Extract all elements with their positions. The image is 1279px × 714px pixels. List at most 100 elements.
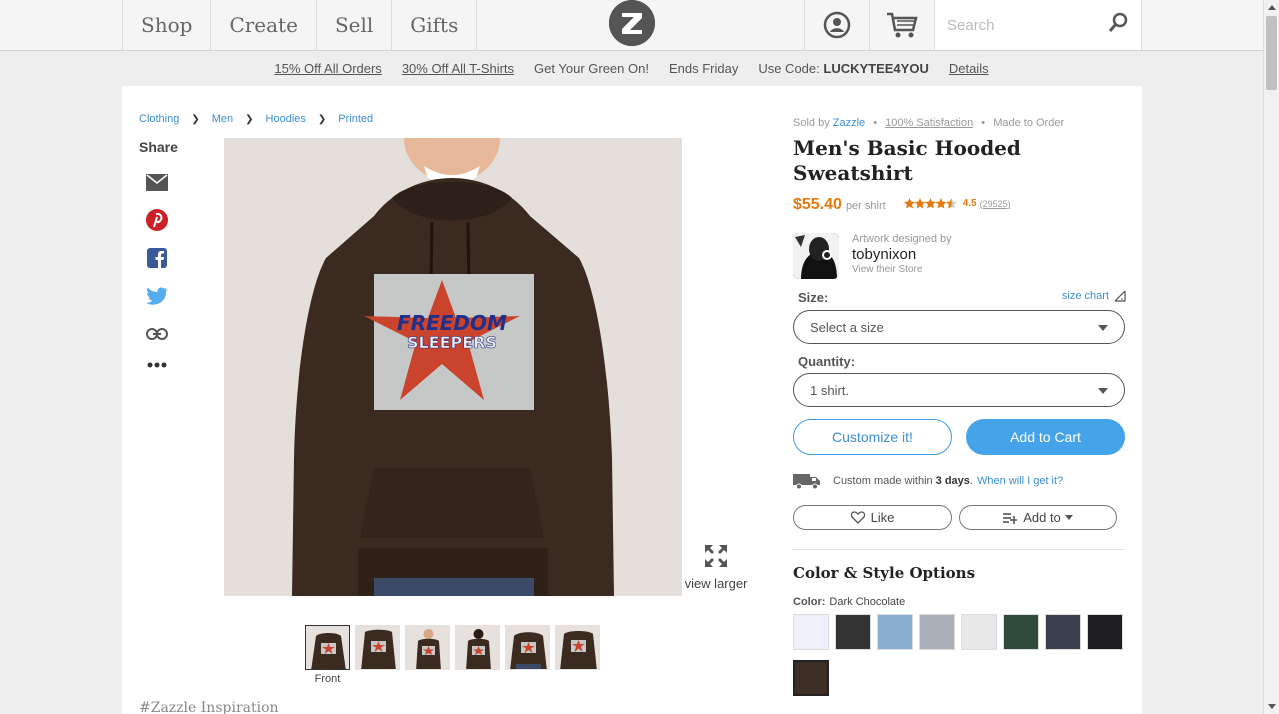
link-icon[interactable]	[139, 315, 175, 353]
thumbnail-label: Front	[314, 673, 341, 685]
twitter-icon[interactable]	[139, 277, 175, 315]
zazzle-logo-icon[interactable]	[609, 0, 655, 46]
share-title: Share	[139, 139, 178, 155]
like-button[interactable]: Like	[793, 505, 952, 530]
scroll-down-icon[interactable]	[1268, 704, 1276, 709]
product-image[interactable]: FREEDOM SLEEPERS	[224, 138, 682, 596]
view-larger-button[interactable]: view larger	[684, 544, 748, 591]
add-to-cart-button[interactable]: Add to Cart	[966, 419, 1125, 455]
print-line2: SLEEPERS	[407, 333, 497, 352]
price-row: $55.40 per shirt 4.5 (29525)	[793, 196, 1011, 214]
nav-create[interactable]: Create	[211, 0, 317, 50]
size-chart-link[interactable]: size chart	[1062, 290, 1126, 302]
color-swatch[interactable]	[1087, 614, 1123, 650]
color-swatch[interactable]	[919, 614, 955, 650]
seller-link[interactable]: Zazzle	[833, 117, 865, 129]
rating-value: 4.5	[962, 198, 977, 209]
color-swatch[interactable]	[1045, 614, 1081, 650]
share-panel: Share	[139, 139, 179, 377]
scrollbar-thumb[interactable]	[1266, 16, 1277, 90]
thumbnail-front[interactable]	[305, 625, 350, 670]
designer-caption: Artwork designed by	[852, 233, 952, 245]
color-label: Color: Dark Chocolate	[793, 596, 906, 608]
nav-sell[interactable]: Sell	[317, 0, 393, 50]
chevron-right-icon: ❯	[317, 113, 327, 125]
email-icon[interactable]	[139, 163, 175, 201]
breadcrumb-hoodies[interactable]: Hoodies	[266, 113, 306, 125]
promo-ends-text: Ends Friday	[668, 61, 739, 76]
designer-avatar[interactable]	[793, 233, 839, 279]
made-to-order: Made to Order	[993, 117, 1065, 129]
more-icon[interactable]	[139, 353, 175, 377]
thumbnail-strip	[305, 625, 605, 670]
chevron-right-icon: ❯	[245, 113, 254, 125]
options-title: Color & Style Options	[793, 564, 976, 582]
shipping-info: Custom made within 3 days. When will I g…	[793, 472, 1063, 490]
chevron-down-icon	[1098, 325, 1108, 331]
size-select-value: Select a size	[810, 319, 884, 335]
color-swatch[interactable]	[961, 614, 997, 650]
breadcrumb-clothing[interactable]: Clothing	[139, 113, 179, 125]
view-larger-label: view larger	[684, 576, 748, 591]
chevron-down-icon	[1064, 515, 1073, 520]
shipping-text: Custom made within	[833, 475, 933, 487]
breadcrumb-printed[interactable]: Printed	[338, 113, 373, 125]
promo-bar: 15% Off All Orders 30% Off All T-Shirts …	[0, 51, 1263, 86]
shipping-days: 3 days	[935, 475, 970, 487]
promo-details-link[interactable]: Details	[949, 61, 989, 76]
promo-tshirts-link[interactable]: 30% Off All T-Shirts	[402, 61, 514, 76]
product-title: Men's Basic Hooded Sweatshirt	[793, 136, 1021, 185]
designer-store-link[interactable]: View their Store	[852, 264, 922, 275]
main-nav: Shop Create Sell Gifts	[122, 0, 478, 50]
color-swatch[interactable]	[835, 614, 871, 650]
promo-orders-link[interactable]: 15% Off All Orders	[274, 61, 381, 76]
pinterest-icon[interactable]	[139, 201, 175, 239]
search-icon[interactable]	[1107, 12, 1129, 34]
inspiration-heading: #Zazzle Inspiration	[139, 700, 279, 714]
designer-name[interactable]: tobynixon	[852, 246, 916, 263]
add-to-list-icon	[1003, 512, 1018, 524]
truck-icon	[793, 474, 820, 490]
promo-code: Use Code: LUCKYTEE4YOU	[758, 61, 929, 76]
print-line1: FREEDOM	[397, 311, 507, 335]
customize-button[interactable]: Customize it!	[793, 419, 952, 455]
rating-stars[interactable]: 4.5 (29525)	[903, 198, 1011, 209]
nav-gifts[interactable]: Gifts	[392, 0, 478, 50]
color-swatch[interactable]	[1003, 614, 1039, 650]
color-swatch[interactable]	[877, 614, 913, 650]
size-select[interactable]: Select a size	[793, 310, 1125, 344]
search-box	[934, 0, 1142, 50]
thumbnail-model-side[interactable]	[505, 625, 550, 670]
vertical-scrollbar[interactable]	[1263, 0, 1279, 714]
review-count-link[interactable]: (29525)	[980, 199, 1011, 209]
thumbnail-model-back-2[interactable]	[555, 625, 600, 670]
search-input[interactable]	[947, 13, 1107, 37]
chevron-right-icon: ❯	[191, 113, 200, 125]
product-price: $55.40	[793, 196, 842, 213]
thumbnail-model-back[interactable]	[455, 625, 500, 670]
breadcrumb: Clothing ❯ Men ❯ Hoodies ❯ Printed	[139, 113, 373, 125]
cart-icon[interactable]	[869, 0, 934, 50]
nav-shop[interactable]: Shop	[123, 0, 212, 50]
heart-icon	[850, 511, 865, 524]
divider	[793, 549, 1125, 550]
breadcrumb-men[interactable]: Men	[212, 113, 233, 125]
satisfaction-link[interactable]: 100% Satisfaction	[885, 117, 973, 129]
scroll-up-icon[interactable]	[1268, 5, 1276, 10]
color-swatch[interactable]	[793, 660, 829, 696]
ruler-icon	[1115, 290, 1126, 302]
product-page: Clothing ❯ Men ❯ Hoodies ❯ Printed Share	[122, 86, 1142, 714]
facebook-icon[interactable]	[139, 239, 175, 277]
star-rating-icon	[903, 198, 957, 209]
color-value: Dark Chocolate	[829, 596, 906, 608]
quantity-label: Quantity:	[798, 354, 856, 369]
thumbnail-model-front[interactable]	[405, 625, 450, 670]
color-swatch[interactable]	[793, 614, 829, 650]
when-will-i-get-it-link[interactable]: When will I get it?	[977, 475, 1063, 487]
account-icon[interactable]	[804, 0, 869, 50]
thumbnail-back[interactable]	[355, 625, 400, 670]
add-to-button[interactable]: Add to	[959, 505, 1117, 530]
expand-icon	[704, 544, 728, 568]
quantity-select[interactable]: 1 shirt.	[793, 373, 1125, 407]
promo-green-text: Get Your Green On!	[534, 61, 649, 76]
